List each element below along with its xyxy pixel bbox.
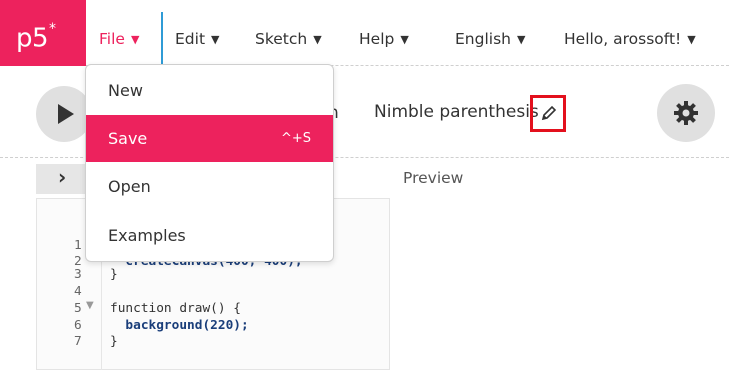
gear-icon (674, 101, 698, 125)
line-number: 6 (74, 318, 82, 333)
code-line: background(220); (110, 318, 249, 333)
caret-down-icon: ▼ (313, 33, 322, 46)
line-number: 5 (74, 301, 82, 316)
save-shortcut-label: ^+S (280, 131, 311, 146)
active-menu-indicator (161, 12, 163, 66)
caret-down-icon: ▼ (687, 33, 696, 46)
top-nav: p5* File ▼ Edit ▼ Sketch ▼ Help ▼ English ▼ H… (0, 0, 729, 66)
settings-button[interactable] (657, 84, 715, 142)
fold-arrow-icon[interactable]: ▼ (86, 300, 94, 311)
line-number: 4 (74, 284, 82, 299)
code-line: function draw() { (110, 301, 241, 316)
line-number: 3 (74, 267, 82, 282)
code-line: } (110, 267, 118, 282)
edit-name-highlight (530, 95, 566, 132)
line-number: 1 (74, 238, 82, 253)
caret-down-icon: ▼ (130, 33, 140, 46)
p5-logo[interactable]: p5* (0, 0, 86, 66)
chevron-right-icon: › (58, 165, 67, 189)
nav-help-menu[interactable]: Help ▼ (359, 0, 409, 66)
nav-language-menu[interactable]: English ▼ (455, 0, 525, 66)
play-button[interactable] (36, 86, 92, 142)
code-line: } (110, 334, 118, 349)
caret-down-icon: ▼ (211, 33, 220, 46)
nav-edit-menu[interactable]: Edit ▼ (175, 0, 220, 66)
caret-down-icon: ▼ (516, 33, 526, 46)
nav-file-menu[interactable]: File ▼ (99, 0, 139, 66)
menu-item-new[interactable]: New (86, 67, 333, 114)
file-dropdown-menu: New Save ^+S Open Examples (85, 64, 334, 262)
preview-label: Preview (403, 169, 464, 187)
sketch-name[interactable]: Nimble parenthesis (374, 102, 539, 122)
line-number: 7 (74, 334, 82, 349)
menu-item-open[interactable]: Open (86, 163, 333, 210)
play-icon (58, 104, 74, 124)
menu-item-examples[interactable]: Examples (86, 212, 333, 259)
caret-down-icon: ▼ (400, 33, 409, 46)
menu-item-save[interactable]: Save ^+S (86, 115, 333, 162)
nav-sketch-menu[interactable]: Sketch ▼ (255, 0, 322, 66)
nav-user-menu[interactable]: Hello, arossoft! ▼ (564, 0, 696, 66)
